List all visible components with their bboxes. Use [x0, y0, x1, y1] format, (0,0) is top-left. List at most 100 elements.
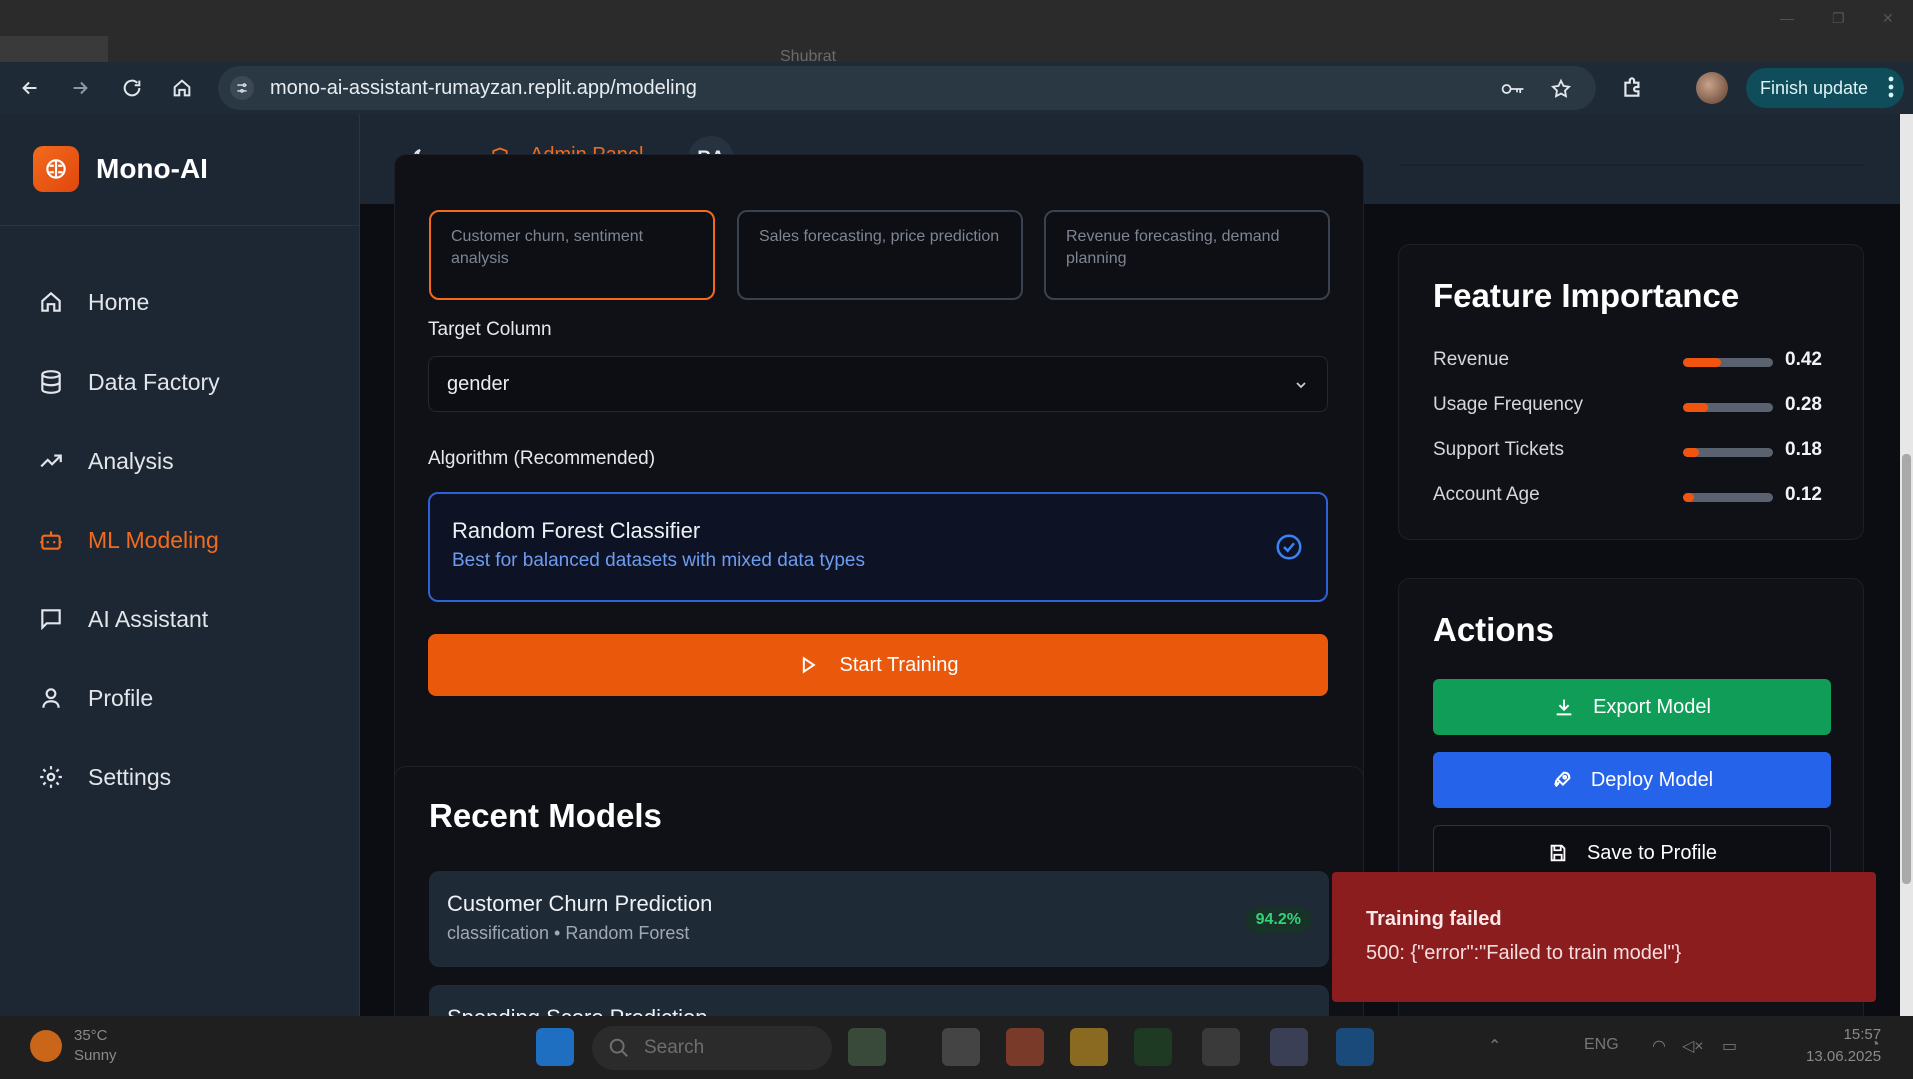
model-type-card-forecasting[interactable]: Revenue forecasting, demand planning	[1044, 210, 1330, 300]
start-training-button[interactable]: Start Training	[428, 634, 1328, 696]
sidebar: Mono-AI Home Data Factory Analysis ML Mo…	[0, 114, 360, 1016]
toast-message: 500: {"error":"Failed to train model"}	[1366, 942, 1682, 964]
save-to-profile-label: Save to Profile	[1586, 841, 1718, 864]
target-column-select[interactable]: gender	[428, 356, 1328, 412]
address-bar[interactable]: mono-ai-assistant-rumayzan.replit.app/mo…	[218, 66, 1596, 110]
search-icon	[608, 1037, 630, 1059]
sidebar-item-profile[interactable]: Profile	[36, 678, 336, 718]
check-circle-icon	[1274, 532, 1304, 562]
scrollbar-thumb[interactable]	[1902, 454, 1911, 884]
model-name: Spending Score Prediction	[447, 1005, 708, 1016]
finish-update-label: Finish update	[1760, 77, 1869, 98]
recent-models-title: Recent Models	[429, 797, 662, 834]
taskbar-app-icon[interactable]	[848, 1028, 886, 1066]
finish-update-button[interactable]: Finish update	[1746, 68, 1904, 108]
taskbar-app-icon[interactable]	[1134, 1028, 1172, 1066]
importance-bar	[1683, 448, 1773, 457]
close-icon[interactable]: ✕	[1882, 10, 1894, 27]
page-scrollbar[interactable]	[1900, 114, 1913, 1016]
sidebar-item-data-factory[interactable]: Data Factory	[36, 362, 336, 402]
rocket-icon	[1551, 769, 1573, 791]
back-icon[interactable]	[16, 74, 44, 102]
sidebar-item-label: ML Modeling	[88, 526, 219, 553]
download-icon	[1553, 696, 1575, 718]
forward-icon[interactable]	[66, 74, 94, 102]
volume-muted-icon[interactable]: ◁×	[1682, 1036, 1704, 1056]
browser-menu-icon[interactable]	[1888, 76, 1894, 98]
importance-bar	[1683, 358, 1773, 367]
export-model-button[interactable]: Export Model	[1433, 679, 1831, 735]
start-training-label: Start Training	[839, 653, 959, 676]
vscode-icon[interactable]	[1336, 1028, 1374, 1066]
extensions-icon[interactable]	[1620, 74, 1646, 100]
feature-value: 0.18	[1785, 439, 1822, 460]
bookmark-star-icon[interactable]	[1548, 76, 1574, 102]
feature-importance-card: Feature Importance Revenue 0.42 Usage Fr…	[1398, 244, 1864, 540]
model-type-card-classification[interactable]: Customer churn, sentiment analysis	[429, 210, 715, 300]
algorithm-label: Algorithm (Recommended)	[428, 448, 656, 469]
model-meta: classification • Random Forest	[447, 923, 690, 943]
sidebar-item-label: Home	[88, 288, 150, 315]
site-settings-icon[interactable]	[230, 76, 254, 100]
target-column-value: gender	[447, 373, 510, 395]
reload-icon[interactable]	[118, 74, 146, 102]
brand: Mono-AI	[0, 114, 360, 226]
error-toast[interactable]: Training failed 500: {"error":"Failed to…	[1332, 872, 1876, 1002]
taskbar-search[interactable]: Search	[592, 1026, 832, 1070]
right-top-card-edge	[1400, 154, 1864, 166]
maximize-icon[interactable]: ❐	[1832, 10, 1845, 27]
sidebar-item-home[interactable]: Home	[36, 282, 336, 322]
bot-icon	[36, 525, 66, 555]
home-icon	[36, 287, 66, 317]
deploy-model-button[interactable]: Deploy Model	[1433, 752, 1831, 808]
battery-icon[interactable]: ▭	[1722, 1036, 1737, 1056]
sidebar-item-ai-assistant[interactable]: AI Assistant	[36, 599, 336, 639]
home-browser-icon[interactable]	[168, 74, 196, 102]
recent-models-card: Recent Models Customer Churn Prediction …	[394, 766, 1364, 1016]
importance-bar-fill	[1683, 358, 1721, 367]
taskbar-app-icon[interactable]	[942, 1028, 980, 1066]
database-icon	[36, 367, 66, 397]
importance-bar	[1683, 403, 1773, 412]
browser-toolbar: mono-ai-assistant-rumayzan.replit.app/mo…	[0, 62, 1913, 114]
algorithm-recommendation-card[interactable]: Random Forest Classifier Best for balanc…	[428, 492, 1328, 602]
model-type-card-regression[interactable]: Sales forecasting, price prediction	[737, 210, 1023, 300]
file-explorer-icon[interactable]	[1070, 1028, 1108, 1066]
browser-tab-ghost[interactable]	[0, 36, 108, 62]
sidebar-item-label: AI Assistant	[88, 605, 209, 632]
feature-label: Account Age	[1433, 484, 1540, 505]
chrome-icon[interactable]	[1006, 1028, 1044, 1066]
model-list-item[interactable]: Spending Score Prediction	[429, 985, 1329, 1016]
importance-bar	[1683, 493, 1773, 502]
minimize-icon[interactable]: —	[1780, 10, 1794, 26]
brand-name: Mono-AI	[96, 153, 208, 184]
browser-profile-avatar[interactable]	[1696, 72, 1728, 104]
model-name: Customer Churn Prediction	[447, 891, 713, 916]
feature-label: Support Tickets	[1433, 439, 1564, 460]
notion-icon[interactable]	[1202, 1028, 1240, 1066]
url-text[interactable]: mono-ai-assistant-rumayzan.replit.app/mo…	[270, 77, 697, 100]
sidebar-item-ml-modeling[interactable]: ML Modeling	[36, 520, 336, 560]
sidebar-item-label: Data Factory	[88, 368, 220, 395]
weather-temp: 35°C	[74, 1027, 108, 1044]
wifi-icon[interactable]: ◠	[1652, 1036, 1666, 1056]
language-indicator[interactable]: ENG	[1584, 1036, 1619, 1054]
sidebar-item-settings[interactable]: Settings	[36, 757, 336, 797]
os-title-bar: Shubrat — ❐ ✕	[0, 0, 1913, 65]
weather-desc: Sunny	[74, 1047, 117, 1064]
importance-bar-fill	[1683, 448, 1700, 457]
feature-label: Usage Frequency	[1433, 394, 1583, 415]
windows-start-icon[interactable]	[536, 1028, 574, 1066]
play-icon	[798, 654, 818, 676]
notification-bell-icon[interactable]: ◔	[1870, 1036, 1880, 1054]
feature-row: Usage Frequency 0.28	[1433, 392, 1833, 420]
feature-row: Support Tickets 0.18	[1433, 437, 1833, 465]
tray-chevron-icon[interactable]: ⌃	[1488, 1036, 1501, 1056]
taskbar-app-icon[interactable]	[1270, 1028, 1308, 1066]
sidebar-item-analysis[interactable]: Analysis	[36, 441, 336, 481]
model-list-item[interactable]: Customer Churn Prediction classification…	[429, 871, 1329, 967]
password-key-icon[interactable]	[1500, 76, 1526, 102]
save-icon	[1547, 842, 1569, 864]
weather-widget[interactable]: 35°C Sunny	[30, 1026, 117, 1066]
feature-label: Revenue	[1433, 349, 1510, 370]
